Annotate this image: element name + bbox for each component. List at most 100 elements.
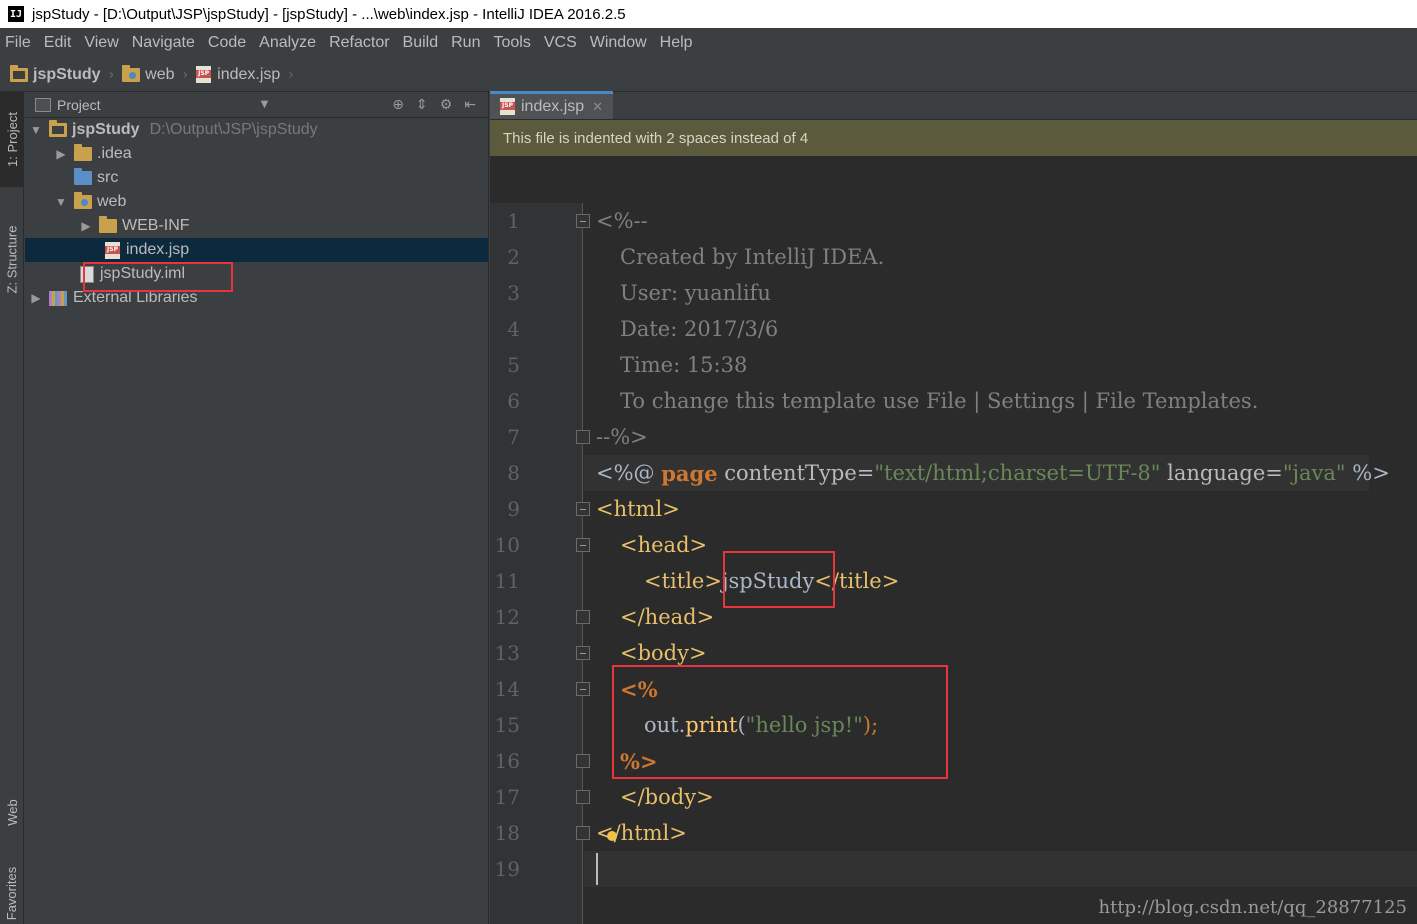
menu-run[interactable]: Run xyxy=(445,34,487,52)
menu-build[interactable]: Build xyxy=(397,34,446,52)
project-folder-icon xyxy=(10,64,28,82)
line-number: 2 xyxy=(507,245,520,269)
folder-icon xyxy=(74,144,92,161)
menu-analyze[interactable]: Analyze xyxy=(253,34,323,52)
title-bar: IJ jspStudy - [D:\Output\JSP\jspStudy] -… xyxy=(0,0,1417,28)
code-line: <head> xyxy=(620,533,708,557)
code-line: <%-- xyxy=(596,209,648,233)
line-number: 14 xyxy=(494,677,520,701)
indent-notification-banner: This file is indented with 2 spaces inst… xyxy=(490,120,1417,156)
tool-tab-structure[interactable]: Z: Structure xyxy=(0,204,24,314)
locate-icon[interactable]: ⊕ xyxy=(392,97,404,113)
folder-icon xyxy=(99,216,117,233)
code-line: To change this template use File | Setti… xyxy=(620,389,1259,413)
collapse-all-icon[interactable]: ⇕ xyxy=(416,97,428,113)
breadcrumb-project[interactable]: jspStudy xyxy=(10,64,101,84)
tool-tab-project[interactable]: 1: Project xyxy=(0,92,24,187)
breadcrumb: jspStudy › web › index.jsp › xyxy=(0,58,1417,92)
watermark: http://blog.csdn.net/qq_28877125 xyxy=(1098,897,1408,918)
project-panel: Project ▼ ⊕ ⇕ ⚙ ⇤ ▼ jspStudy D:\Output\J… xyxy=(25,92,489,924)
chevron-right-icon: › xyxy=(288,66,294,83)
menu-window[interactable]: Window xyxy=(584,34,654,52)
jsp-file-icon xyxy=(105,241,120,259)
breadcrumb-web[interactable]: web xyxy=(122,64,175,84)
breadcrumb-file[interactable]: index.jsp xyxy=(196,66,280,84)
line-number: 19 xyxy=(494,857,520,881)
chevron-right-icon: › xyxy=(108,66,115,83)
line-number: 3 xyxy=(507,281,520,305)
menu-bar: File Edit View Navigate Code Analyze Ref… xyxy=(0,28,1417,58)
gear-icon[interactable]: ⚙ xyxy=(440,97,453,113)
line-number: 9 xyxy=(507,497,520,521)
line-number: 17 xyxy=(494,785,520,809)
line-number: 7 xyxy=(507,425,520,449)
line-number: 6 xyxy=(507,389,520,413)
code-line: User: yuanlifu xyxy=(620,281,771,305)
code-area[interactable]: <%-- Created by IntelliJ IDEA. User: yua… xyxy=(584,203,1417,924)
menu-file[interactable]: File xyxy=(0,34,38,52)
menu-navigate[interactable]: Navigate xyxy=(126,34,202,52)
line-number: 15 xyxy=(494,713,520,737)
expanded-arrow-icon[interactable]: ▼ xyxy=(29,123,43,137)
project-view-icon xyxy=(35,97,51,112)
text-caret xyxy=(596,853,598,885)
tree-item-idea[interactable]: ▶ .idea xyxy=(25,142,488,166)
collapsed-arrow-icon[interactable]: ▶ xyxy=(54,147,68,161)
menu-code[interactable]: Code xyxy=(202,34,253,52)
window-title: jspStudy - [D:\Output\JSP\jspStudy] - [j… xyxy=(32,5,626,23)
line-number: 16 xyxy=(494,749,520,773)
project-path: D:\Output\JSP\jspStudy xyxy=(149,121,318,138)
close-icon[interactable]: ✕ xyxy=(592,99,603,115)
annotation-highlight-box xyxy=(612,665,948,779)
collapsed-arrow-icon[interactable]: ▶ xyxy=(29,291,43,305)
project-panel-header: Project ▼ ⊕ ⇕ ⚙ ⇤ xyxy=(25,92,488,118)
code-line: <%@ page contentType= "text/html;charset=… xyxy=(596,460,1390,486)
menu-vcs[interactable]: VCS xyxy=(538,34,584,52)
menu-help[interactable]: Help xyxy=(654,34,700,52)
tree-item-src[interactable]: ▶ src xyxy=(25,166,488,190)
project-view-selector[interactable]: Project xyxy=(57,97,101,113)
project-tree: ▼ jspStudy D:\Output\JSP\jspStudy ▶ .ide… xyxy=(25,118,488,310)
tab-index-jsp[interactable]: index.jsp ✕ xyxy=(490,91,614,119)
left-tool-stripe: 1: Project Z: Structure Web Favorites xyxy=(0,92,24,924)
collapsed-arrow-icon[interactable]: ▶ xyxy=(79,219,93,233)
jsp-file-icon xyxy=(500,98,515,115)
panel-toolbar: ⊕ ⇕ ⚙ ⇤ xyxy=(392,97,488,113)
lightbulb-icon[interactable] xyxy=(607,831,617,841)
source-folder-icon xyxy=(74,168,92,185)
code-line: Time: 15:38 xyxy=(620,353,748,377)
code-line: </body> xyxy=(620,785,714,809)
code-line: Created by IntelliJ IDEA. xyxy=(620,245,885,269)
chevron-down-icon[interactable]: ▼ xyxy=(261,99,269,110)
tree-item-index-jsp[interactable]: ▶ index.jsp xyxy=(25,238,488,262)
line-number: 13 xyxy=(494,641,520,665)
line-number: 12 xyxy=(494,605,520,629)
menu-tools[interactable]: Tools xyxy=(487,34,537,52)
web-folder-icon xyxy=(122,64,141,82)
tool-tab-web[interactable]: Web xyxy=(0,782,24,842)
expanded-arrow-icon[interactable]: ▼ xyxy=(54,195,68,209)
line-number: 18 xyxy=(494,821,520,845)
code-line: </head> xyxy=(620,605,715,629)
jsp-file-icon xyxy=(196,66,212,83)
chevron-right-icon: › xyxy=(182,66,189,83)
menu-edit[interactable]: Edit xyxy=(38,34,79,52)
code-line: --%> xyxy=(596,425,648,449)
menu-refactor[interactable]: Refactor xyxy=(323,34,396,52)
line-number: 10 xyxy=(494,533,520,557)
editor: index.jsp ✕ This file is indented with 2… xyxy=(490,91,1417,924)
line-number: 5 xyxy=(507,353,520,377)
annotation-highlight-box xyxy=(723,551,835,608)
annotation-highlight-box xyxy=(83,262,233,292)
editor-gutter: 1 2 3 4 5 6 7 8 9 10 11 12 13 14 15 16 1… xyxy=(490,203,590,924)
tool-tab-favorites[interactable]: Favorites xyxy=(0,862,24,924)
tree-item-web-inf[interactable]: ▶ WEB-INF xyxy=(25,214,488,238)
code-line: Date: 2017/3/6 xyxy=(620,317,779,341)
tree-item-web[interactable]: ▼ web xyxy=(25,190,488,214)
line-number: 8 xyxy=(507,461,520,485)
line-number: 11 xyxy=(494,569,520,593)
line-number: 4 xyxy=(507,317,520,341)
menu-view[interactable]: View xyxy=(78,34,125,52)
hide-panel-icon[interactable]: ⇤ xyxy=(464,97,476,113)
tree-item-jspstudy[interactable]: ▼ jspStudy D:\Output\JSP\jspStudy xyxy=(25,118,488,142)
